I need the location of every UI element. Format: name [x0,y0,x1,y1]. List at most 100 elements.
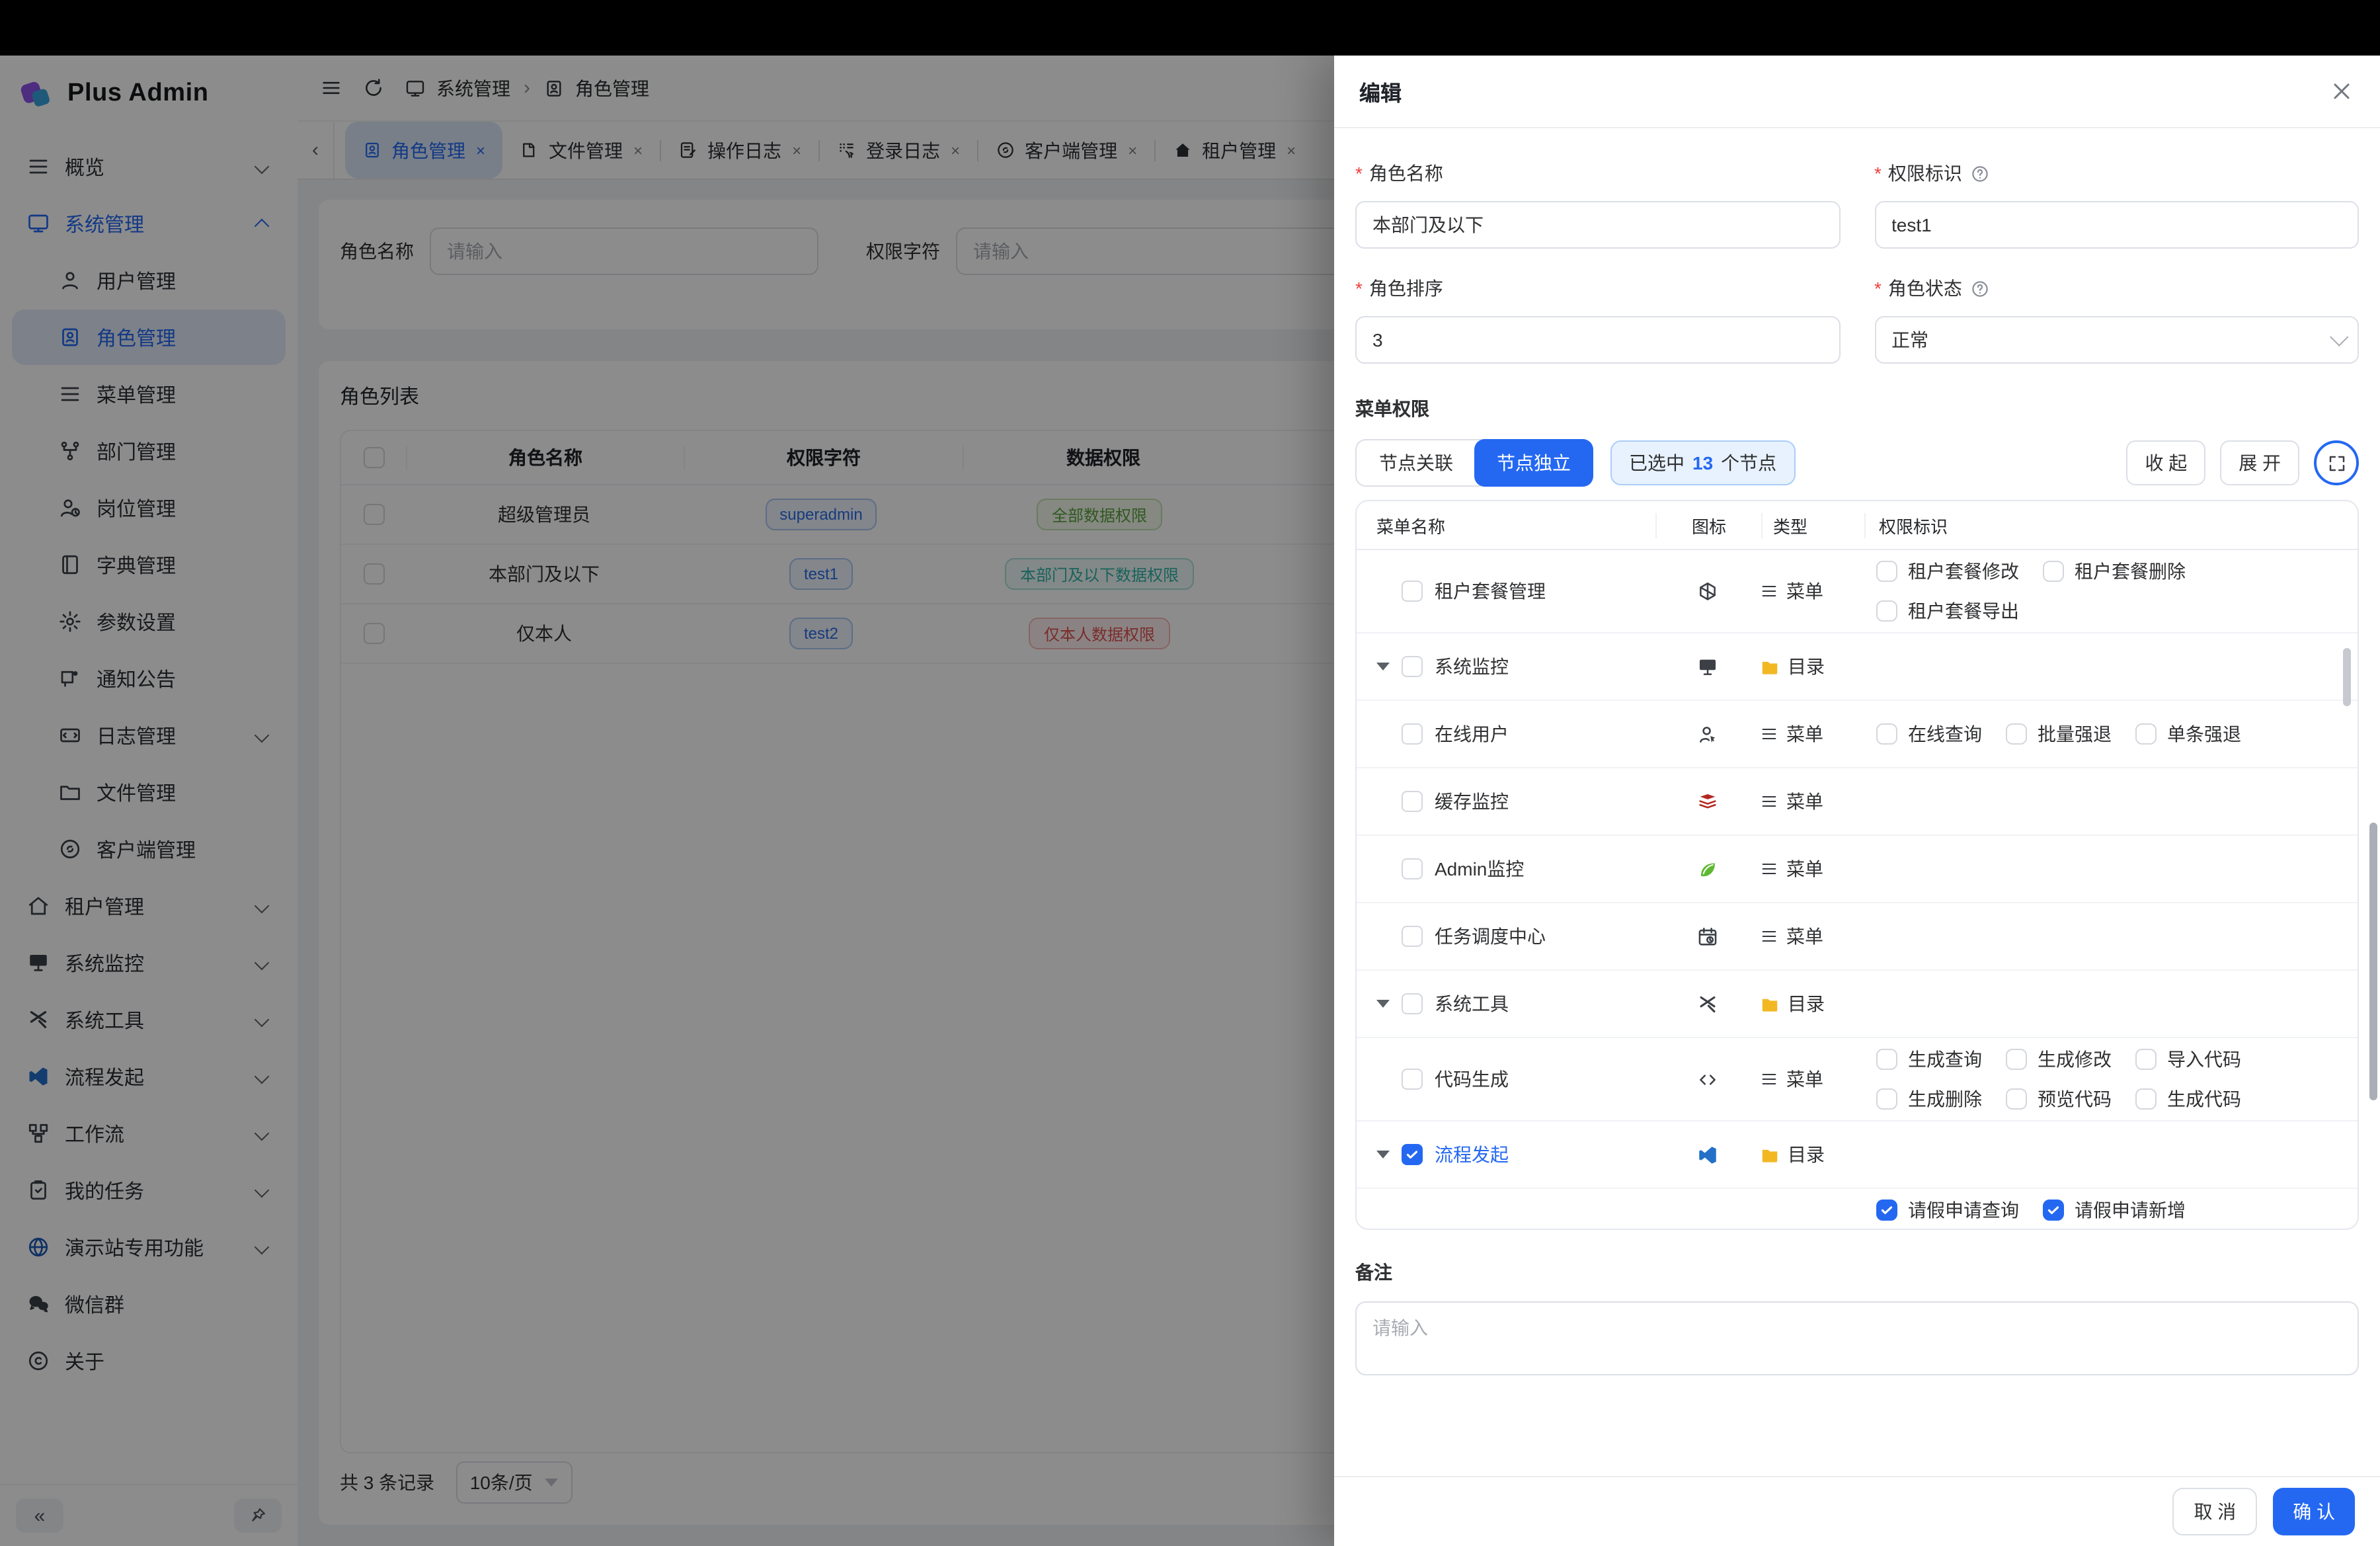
perm-label: 批量强退 [2038,721,2112,747]
expand-all-button[interactable]: 展 开 [2220,440,2299,485]
role-sort-input[interactable] [1355,316,1840,364]
form-field-role-status: *角色状态 正常 [1874,275,2359,364]
menu-type-icon [1760,1070,1778,1088]
drawer-body: *角色名称 *权限标识 *角色排序 *角色状态 正常 [1334,128,2380,1477]
tree-node-label: 缓存监控 [1435,788,1509,815]
perm-checkbox[interactable] [2043,1200,2064,1221]
online-user-icon [1696,723,1719,745]
menu-perm-tree: 菜单名称 图标 类型 权限标识 租户套餐管理菜单租户套餐修改租户套餐删除租户套餐… [1355,500,2359,1230]
tree-node-label: 在线用户 [1435,721,1509,747]
redis-icon [1696,790,1719,813]
perm-checkbox[interactable] [2006,1088,2027,1110]
perm-checkbox[interactable] [1876,723,1897,745]
tree-node-name-cell: 租户套餐管理 [1357,578,1655,604]
perm-checkbox[interactable] [2006,1049,2027,1070]
perm-label: 预览代码 [2038,1086,2112,1112]
perm-item: 生成修改 [2006,1046,2112,1073]
perm-checkbox[interactable] [2043,561,2064,582]
tree-node-checkbox[interactable] [1402,723,1423,745]
drawer-header: 编辑 [1334,56,2380,128]
display-icon [1696,655,1719,678]
tree-row: Admin监控菜单 [1357,836,2358,903]
tree-type-cell: 菜单 [1760,788,1863,815]
menu-type-icon [1760,860,1778,878]
perm-checkbox[interactable] [1876,561,1897,582]
tree-perms-cell: 在线查询批量强退单条强退 [1863,718,2358,750]
perm-checkbox[interactable] [1876,1200,1897,1221]
perm-item: 批量强退 [2006,721,2112,747]
tree-node-checkbox[interactable] [1402,858,1423,879]
folder-icon [1760,657,1780,676]
tree-row: 请假申请菜单请假申请查询请假申请新增请假申请修改请假申请删除请假申请导出 [1357,1189,2358,1230]
confirm-button[interactable]: 确 认 [2273,1488,2355,1535]
tree-perms-cell [1863,866,2358,872]
selected-count: 13 [1692,452,1713,473]
perm-checkbox[interactable] [2006,723,2027,745]
tree-column-header: 图标 [1655,512,1761,538]
tree-icon-cell [1655,925,1760,948]
tree-node-checkbox[interactable] [1402,926,1423,947]
tree-node-name-cell: 缓存监控 [1357,788,1655,815]
tree-node-checkbox[interactable] [1402,1069,1423,1090]
menu-perm-label: 菜单权限 [1355,395,2359,422]
perm-label: 在线查询 [1908,721,1982,747]
tree-type-cell: 目录 [1760,653,1863,680]
expand-arrow-icon[interactable] [1376,1000,1390,1008]
tree-node-checkbox[interactable] [1402,581,1423,602]
perm-checkbox[interactable] [1876,1088,1897,1110]
tree-row: 租户套餐管理菜单租户套餐修改租户套餐删除租户套餐导出 [1357,550,2358,633]
close-icon[interactable] [2328,78,2355,104]
tree-node-label: 系统工具 [1435,991,1509,1017]
collapse-all-button[interactable]: 收 起 [2126,440,2205,485]
drawer-scrollbar-thumb[interactable] [2369,823,2377,1100]
tree-node-checkbox[interactable] [1402,993,1423,1014]
node-mode-option-2[interactable]: 节点独立 [1474,439,1593,487]
perm-checkbox[interactable] [1876,600,1897,622]
fullscreen-button[interactable] [2314,440,2359,485]
cancel-button[interactable]: 取 消 [2172,1488,2257,1535]
tree-perms-cell [1863,1152,2358,1157]
tree-type-cell: 目录 [1760,1141,1863,1168]
perm-checkbox[interactable] [2135,1088,2157,1110]
perm-item: 租户套餐删除 [2043,558,2186,585]
perm-item: 生成查询 [1876,1046,1982,1073]
type-label: 菜单 [1786,788,1823,815]
tree-node-name-cell: 系统工具 [1357,991,1655,1017]
tree-icon-cell [1655,790,1760,813]
expand-arrow-icon[interactable] [1376,663,1390,671]
tree-node-name-cell: 代码生成 [1357,1066,1655,1092]
role-status-select[interactable]: 正常 [1874,316,2359,364]
perm-checkbox[interactable] [2135,1049,2157,1070]
perm-checkbox[interactable] [2135,723,2157,745]
selected-count-chip[interactable]: 已选中13个节点 [1610,440,1795,485]
tree-row: 系统监控目录 [1357,633,2358,701]
node-mode-option-1[interactable]: 节点关联 [1357,440,1476,485]
drawer-title: 编辑 [1359,75,1402,107]
tree-column-header: 权限标识 [1864,512,2358,538]
tree-node-name-cell: 在线用户 [1357,721,1655,747]
perm-item: 导入代码 [2135,1046,2241,1073]
tree-type-cell: 菜单 [1760,578,1863,604]
tree-perms-cell [1863,1001,2358,1006]
role-name-input[interactable] [1355,201,1840,249]
tree-perms-cell: 请假申请查询请假申请新增请假申请修改请假申请删除请假申请导出 [1863,1194,2358,1230]
type-label: 菜单 [1786,578,1823,604]
tree-row: 在线用户菜单在线查询批量强退单条强退 [1357,701,2358,768]
tenant-package-icon [1696,580,1719,602]
tree-scrollbar-thumb[interactable] [2343,648,2351,706]
tree-node-name-cell: 任务调度中心 [1357,923,1655,950]
perm-key-input[interactable] [1874,201,2359,249]
tree-row: 代码生成菜单生成查询生成修改导入代码生成删除预览代码生成代码 [1357,1038,2358,1121]
remark-textarea[interactable] [1355,1301,2359,1375]
expand-arrow-icon[interactable] [1376,1151,1390,1159]
modal-overlay[interactable] [0,56,1334,1546]
tree-perms-cell [1863,934,2358,939]
tree-node-checkbox[interactable] [1402,791,1423,812]
tree-icon-cell [1655,580,1760,602]
tree-node-checkbox[interactable] [1402,1144,1423,1165]
tree-node-checkbox[interactable] [1402,656,1423,677]
tree-node-label: Admin监控 [1435,856,1524,882]
perm-checkbox[interactable] [1876,1049,1897,1070]
tree-icon-cell [1655,655,1760,678]
tree-row: 任务调度中心菜单 [1357,903,2358,971]
